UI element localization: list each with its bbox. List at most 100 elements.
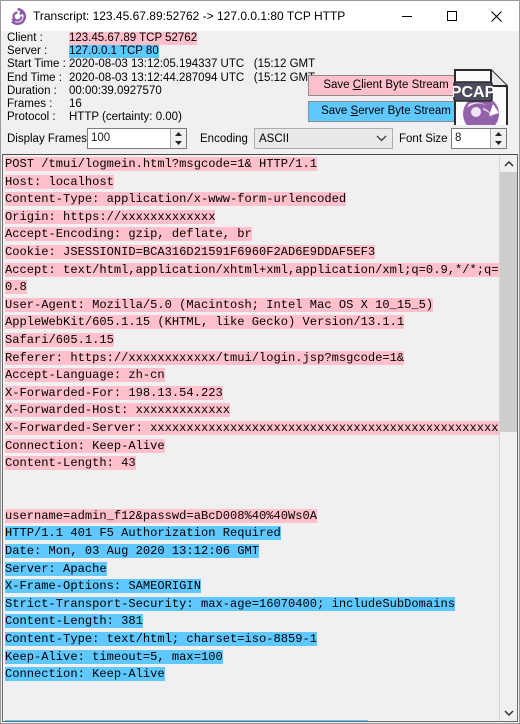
transcript-line <box>5 684 499 702</box>
display-frames-arrows[interactable] <box>170 129 186 148</box>
transcript-line-text: Connection: Keep-Alive <box>5 438 165 453</box>
minimize-button[interactable] <box>384 2 429 31</box>
transcript-line <box>5 490 499 508</box>
info-value: HTTP (certainty: 0.00) <box>69 111 182 124</box>
transcript-line-text: User-Agent: Mozilla/5.0 (Macintosh; Inte… <box>5 297 434 312</box>
font-size-stepper[interactable]: 8 <box>451 128 507 149</box>
transcript-text[interactable]: POST /tmui/logmein.html?msgcode=1& HTTP/… <box>3 155 499 721</box>
scrollbar-thumb[interactable] <box>500 172 517 432</box>
save-server-byte-stream-button[interactable]: Save Server Byte Stream <box>308 101 464 122</box>
transcript-line-text: Keep-Alive: timeout=5, max=100 <box>5 649 223 664</box>
display-frames-label: Display Frames <box>7 133 87 145</box>
networkminer-swirl-icon <box>9 7 27 25</box>
transcript-line: username=admin_f12&passwd=aBcD008%40%40W… <box>5 508 499 526</box>
info-row: Start Time :2020-08-03 13:12:05.194337 U… <box>7 58 315 71</box>
transcript-line: Strict-Transport-Security: max-age=16070… <box>5 596 499 614</box>
transcript-line-text <box>5 491 12 505</box>
transcript-line-text: Host: localhost <box>5 174 114 189</box>
transcript-line-text: Referer: https://xxxxxxxxxxxx/tmui/login… <box>5 350 405 365</box>
chevron-down-icon[interactable] <box>370 135 392 142</box>
transcript-line-text: Accept-Language: zh-cn <box>5 368 165 383</box>
transcript-line: <!DOCTYPE HTML PUBLIC "-//IETF//DTD HTML… <box>5 719 499 721</box>
transcript-line: Referer: https://xxxxxxxxxxxx/tmui/login… <box>5 350 499 368</box>
transcript-line-text: Accept-Encoding: gzip, deflate, br <box>5 227 252 242</box>
transcript-line: User-Agent: Mozilla/5.0 (Macintosh; Inte… <box>5 297 499 315</box>
save-client-accel: C <box>352 79 362 91</box>
transcript-line: Content-Type: application/x-www-form-url… <box>5 191 499 209</box>
transcript-line: X-Forwarded-Server: xxxxxxxxxxxxxxxxxxxx… <box>5 420 499 438</box>
transcript-window: Transcript: 123.45.67.89:52762 -> 127.0.… <box>0 0 520 724</box>
transcript-line-text: X-Forwarded-Server: xxxxxxxxxxxxxxxxxxxx… <box>5 420 499 435</box>
chevron-down-icon[interactable] <box>500 704 517 721</box>
encoding-dropdown[interactable]: ASCII <box>254 128 393 149</box>
scrollbar-track[interactable] <box>500 172 517 704</box>
transcript-line-text: Connection: Keep-Alive <box>5 667 165 682</box>
transcript-line-text: Origin: https://xxxxxxxxxxxxx <box>5 209 216 224</box>
info-value: 123.45.67.89 TCP 52762 <box>69 32 198 46</box>
transcript-line-text: X-Frame-Options: SAMEORIGIN <box>5 579 201 594</box>
display-frames-input[interactable]: 100 <box>88 129 170 148</box>
transcript-line: Origin: https://xxxxxxxxxxxxx <box>5 209 499 227</box>
transcript-line <box>5 701 499 719</box>
save-client-byte-stream-button[interactable]: Save Client Byte Stream <box>308 75 464 96</box>
display-frames-up-button[interactable] <box>171 129 186 139</box>
transcript-line-text: X-Forwarded-For: 198.13.54.223 <box>5 385 223 400</box>
transcript-line: Content-Length: 43 <box>5 455 499 473</box>
transcript-scrollbar[interactable] <box>499 155 517 721</box>
info-row: Frames : 16 <box>7 98 315 111</box>
save-client-pre: S <box>323 79 332 91</box>
maximize-button[interactable] <box>429 2 474 31</box>
transcript-line-text: HTTP/1.1 401 F5 Authorization Required <box>5 526 281 541</box>
font-size-label: Font Size <box>399 133 448 145</box>
info-value: 127.0.0.1 TCP 80 <box>69 45 159 59</box>
transcript-line: Connection: Keep-Alive <box>5 666 499 684</box>
transcript-line: Safari/605.1.15 <box>5 332 499 350</box>
info-value: 2020-08-03 13:12:44.287094 UTC (15:12 GM… <box>69 71 316 84</box>
font-size-up-button[interactable] <box>491 129 506 139</box>
transcript-line: POST /tmui/logmein.html?msgcode=1& HTTP/… <box>5 156 499 174</box>
info-label: Frames : <box>7 97 53 110</box>
transcript-line-text: 0.8 <box>5 280 27 295</box>
info-value: 16 <box>69 97 82 110</box>
pcap-logo-label: PCAP <box>453 84 496 101</box>
display-frames-down-button[interactable] <box>171 139 186 149</box>
save-server-post: erver Byte Stream <box>358 105 451 117</box>
font-size-arrows[interactable] <box>490 129 506 148</box>
info-row: Protocol : HTTP (certainty: 0.00) <box>7 111 315 124</box>
transcript-toolbar: Display Frames 100 Encoding ASCII Font S… <box>1 125 519 154</box>
transcript-line: Cookie: JSESSIONID=BCA316D21591F6960F2AD… <box>5 244 499 262</box>
transcript-panel: POST /tmui/logmein.html?msgcode=1& HTTP/… <box>2 154 518 722</box>
info-label: Client : <box>7 32 43 44</box>
transcript-line: Server: Apache <box>5 561 499 579</box>
transcript-line-text: Date: Mon, 03 Aug 2020 13:12:06 GMT <box>5 544 260 559</box>
transcript-line: Content-Length: 381 <box>5 613 499 631</box>
transcript-line: X-Forwarded-Host: xxxxxxxxxxxxx <box>5 402 499 420</box>
display-frames-stepper[interactable]: 100 <box>87 128 187 149</box>
info-value: 00:00:39.0927570 <box>69 84 162 97</box>
transcript-line-text: Safari/605.1.15 <box>5 332 114 347</box>
transcript-line <box>5 473 499 491</box>
font-size-down-button[interactable] <box>491 139 506 149</box>
close-button[interactable] <box>474 2 519 31</box>
transcript-line: Host: localhost <box>5 174 499 192</box>
info-label: Duration : <box>7 84 57 97</box>
font-size-input[interactable]: 8 <box>452 129 490 148</box>
chevron-up-icon[interactable] <box>500 155 517 172</box>
transcript-line: AppleWebKit/605.1.15 (KHTML, like Gecko)… <box>5 314 499 332</box>
info-value: 2020-08-03 13:12:05.194337 UTC (15:12 GM… <box>69 58 316 71</box>
info-row: End Time : 2020-08-03 13:12:44.287094 UTC… <box>7 72 315 85</box>
transcript-line: X-Forwarded-For: 198.13.54.223 <box>5 385 499 403</box>
transcript-line-text: Server: Apache <box>5 561 107 576</box>
transcript-line: Date: Mon, 03 Aug 2020 13:12:06 GMT <box>5 543 499 561</box>
transcript-line-text: Content-Length: 43 <box>5 456 136 471</box>
info-label: Protocol : <box>7 111 56 124</box>
info-label: Server : <box>7 45 48 58</box>
title-bar: Transcript: 123.45.67.89:52762 -> 127.0.… <box>1 1 519 31</box>
save-client-post: lient Byte Stream <box>361 79 449 91</box>
transcript-line-text: Strict-Transport-Security: max-age=16070… <box>5 596 455 611</box>
transcript-line: Content-Type: text/html; charset=iso-885… <box>5 631 499 649</box>
transcript-line: Accept: text/html,application/xhtml+xml,… <box>5 262 499 280</box>
window-title: Transcript: 123.45.67.89:52762 -> 127.0.… <box>33 9 346 23</box>
transcript-line-text: POST /tmui/logmein.html?msgcode=1& HTTP/… <box>5 157 318 171</box>
encoding-label: Encoding <box>200 133 248 145</box>
